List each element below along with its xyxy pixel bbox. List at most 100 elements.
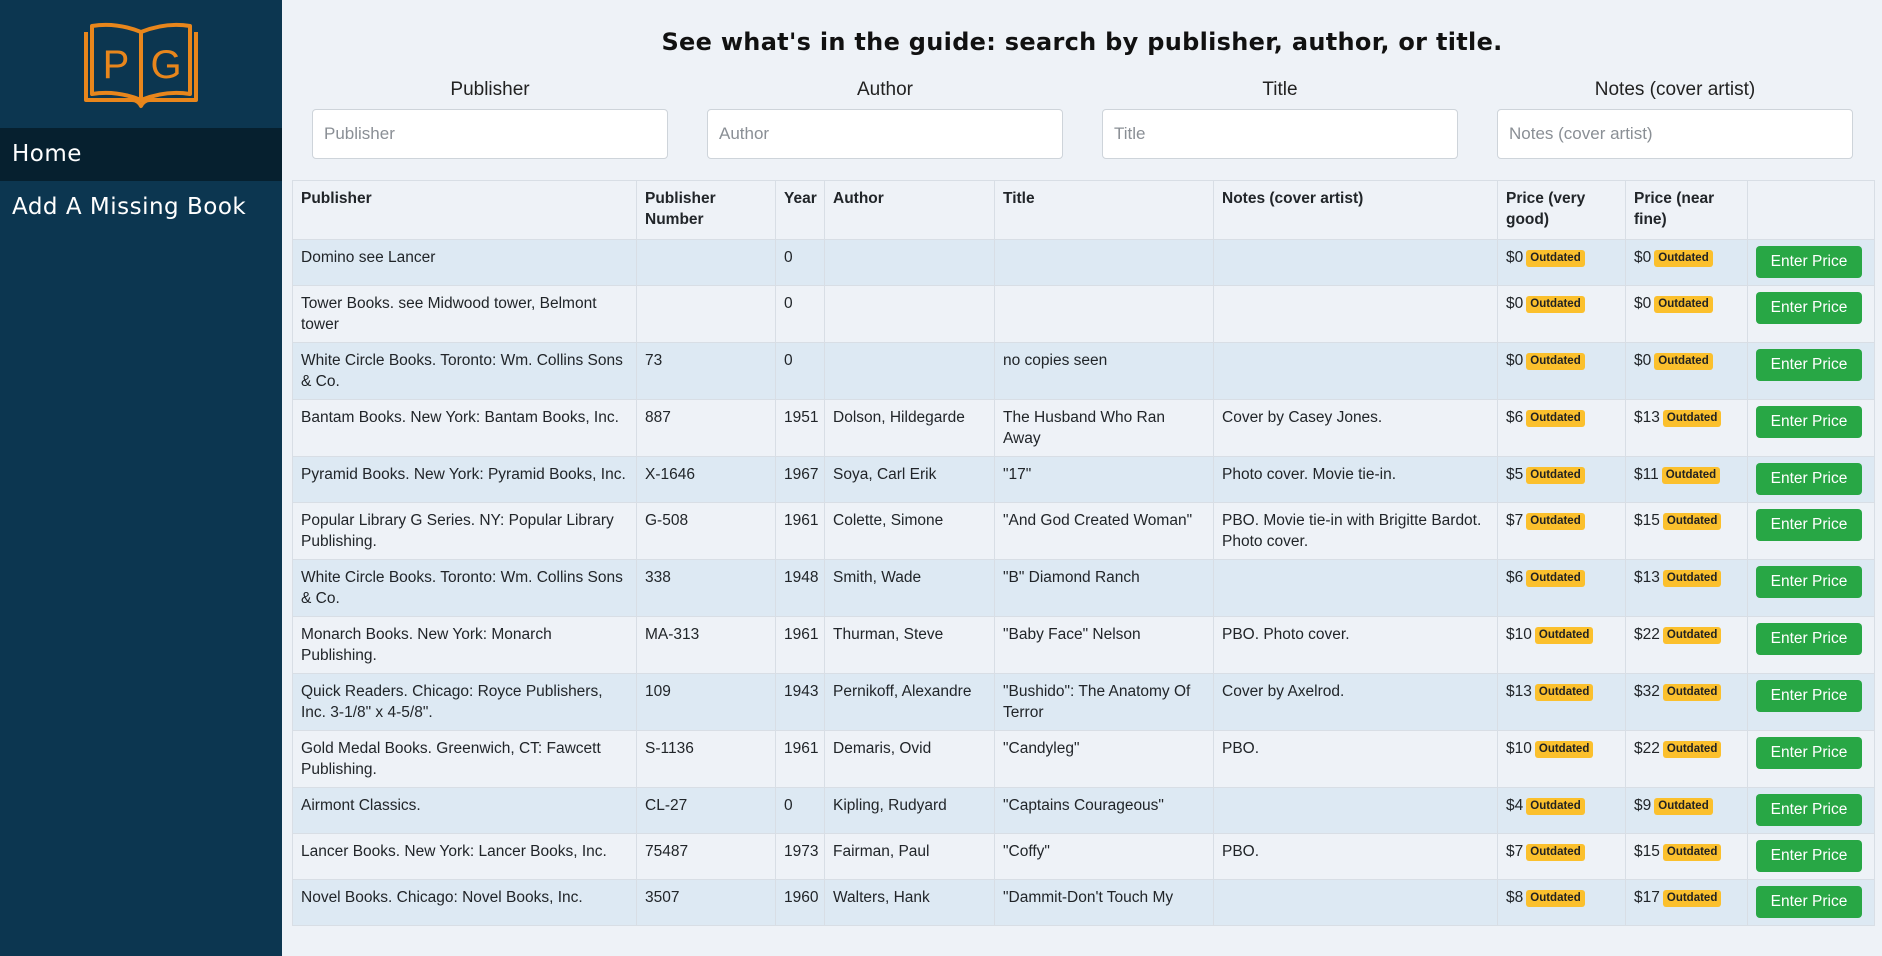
- outdated-badge: Outdated: [1526, 410, 1585, 427]
- price-value: $32: [1634, 683, 1660, 700]
- outdated-badge: Outdated: [1534, 627, 1594, 644]
- column-header-year[interactable]: Year: [775, 180, 825, 240]
- logo-text-g: G: [150, 43, 181, 87]
- publisher-search-input[interactable]: [312, 109, 668, 159]
- column-header-price-near-fine[interactable]: Price (near fine): [1625, 180, 1748, 240]
- price-value: $22: [1634, 626, 1660, 643]
- year-cell: 1961: [775, 502, 825, 560]
- price-near-fine-cell: $13 Outdated: [1625, 399, 1748, 457]
- price-very-good-cell: $6 Outdated: [1497, 399, 1626, 457]
- publisher-number-cell: 75487: [636, 833, 776, 880]
- nav-add-missing-book[interactable]: Add A Missing Book: [0, 181, 282, 234]
- title-cell: "B" Diamond Ranch: [994, 559, 1214, 617]
- enter-price-button[interactable]: Enter Price: [1756, 349, 1862, 381]
- enter-price-button[interactable]: Enter Price: [1756, 246, 1862, 278]
- title-filter: Title: [1102, 78, 1458, 159]
- year-cell: 1948: [775, 559, 825, 617]
- enter-price-button[interactable]: Enter Price: [1756, 886, 1862, 918]
- notes-cell: [1213, 787, 1498, 834]
- table-row: Monarch Books. New York: Monarch Publish…: [292, 616, 1875, 674]
- price-near-fine-cell: $17 Outdated: [1625, 879, 1748, 926]
- enter-price-button[interactable]: Enter Price: [1756, 509, 1862, 541]
- outdated-badge: Outdated: [1526, 890, 1585, 907]
- action-cell: Enter Price: [1747, 787, 1875, 834]
- main-content: See what's in the guide: search by publi…: [282, 0, 1882, 956]
- price-value: $6: [1506, 569, 1524, 586]
- price-very-good-cell: $8 Outdated: [1497, 879, 1626, 926]
- notes-search-input[interactable]: [1497, 109, 1853, 159]
- notes-cell: [1213, 285, 1498, 343]
- column-header-actions: [1747, 180, 1875, 240]
- outdated-badge: Outdated: [1526, 467, 1585, 484]
- table-row: Airmont Classics. CL-27 0 Kipling, Rudyard "…: [292, 787, 1875, 834]
- enter-price-button[interactable]: Enter Price: [1756, 566, 1862, 598]
- publisher-number-cell: CL-27: [636, 787, 776, 834]
- year-cell: 1951: [775, 399, 825, 457]
- column-header-title[interactable]: Title: [994, 180, 1214, 240]
- publisher-number-cell: 73: [636, 342, 776, 400]
- enter-price-button[interactable]: Enter Price: [1756, 840, 1862, 872]
- notes-cell: PBO.: [1213, 833, 1498, 880]
- price-very-good-cell: $0 Outdated: [1497, 285, 1626, 343]
- price-value: $13: [1634, 409, 1660, 426]
- enter-price-button[interactable]: Enter Price: [1756, 680, 1862, 712]
- notes-cell: PBO.: [1213, 730, 1498, 788]
- column-header-publisher-number[interactable]: Publisher Number: [636, 180, 776, 240]
- price-near-fine-cell: $15 Outdated: [1625, 833, 1748, 880]
- outdated-badge: Outdated: [1662, 410, 1722, 427]
- author-search-input[interactable]: [707, 109, 1063, 159]
- action-cell: Enter Price: [1747, 730, 1875, 788]
- publisher-cell: Bantam Books. New York: Bantam Books, In…: [292, 399, 637, 457]
- books-table: Publisher Publisher Number Year Author T…: [292, 180, 1875, 926]
- title-cell: "Bushido": The Anatomy Of Terror: [994, 673, 1214, 731]
- price-value: $13: [1506, 683, 1532, 700]
- enter-price-button[interactable]: Enter Price: [1756, 737, 1862, 769]
- enter-price-button[interactable]: Enter Price: [1756, 406, 1862, 438]
- column-header-price-very-good[interactable]: Price (very good): [1497, 180, 1626, 240]
- price-value: $17: [1634, 889, 1660, 906]
- notes-cell: Cover by Casey Jones.: [1213, 399, 1498, 457]
- enter-price-button[interactable]: Enter Price: [1756, 463, 1862, 495]
- table-row: Quick Readers. Chicago: Royce Publishers…: [292, 673, 1875, 731]
- title-search-input[interactable]: [1102, 109, 1458, 159]
- column-header-notes[interactable]: Notes (cover artist): [1213, 180, 1498, 240]
- year-cell: 0: [775, 285, 825, 343]
- outdated-badge: Outdated: [1654, 798, 1713, 815]
- author-cell: Smith, Wade: [824, 559, 995, 617]
- price-very-good-cell: $6 Outdated: [1497, 559, 1626, 617]
- author-cell: Dolson, Hildegarde: [824, 399, 995, 457]
- publisher-number-cell: 109: [636, 673, 776, 731]
- year-cell: 1973: [775, 833, 825, 880]
- outdated-badge: Outdated: [1526, 353, 1585, 370]
- column-header-publisher[interactable]: Publisher: [292, 180, 637, 240]
- notes-cell: [1213, 239, 1498, 286]
- price-value: $0: [1634, 249, 1652, 266]
- column-header-author[interactable]: Author: [824, 180, 995, 240]
- author-filter: Author: [707, 78, 1063, 159]
- notes-filter-label: Notes (cover artist): [1594, 79, 1756, 100]
- title-cell: "Dammit-Don't Touch My: [994, 879, 1214, 926]
- price-value: $11: [1634, 466, 1659, 483]
- publisher-number-cell: 3507: [636, 879, 776, 926]
- price-value: $13: [1634, 569, 1660, 586]
- price-value: $0: [1634, 352, 1652, 369]
- publisher-number-cell: MA-313: [636, 616, 776, 674]
- enter-price-button[interactable]: Enter Price: [1756, 623, 1862, 655]
- title-cell: The Husband Who Ran Away: [994, 399, 1214, 457]
- price-value: $6: [1506, 409, 1524, 426]
- logo-book-icon[interactable]: P G: [82, 22, 200, 110]
- nav-home[interactable]: Home: [0, 128, 282, 181]
- price-near-fine-cell: $9 Outdated: [1625, 787, 1748, 834]
- price-very-good-cell: $7 Outdated: [1497, 833, 1626, 880]
- table-row: Domino see Lancer 0 $0 Outdated $0 Outdated En…: [292, 239, 1875, 286]
- year-cell: 0: [775, 787, 825, 834]
- price-value: $10: [1506, 626, 1532, 643]
- enter-price-button[interactable]: Enter Price: [1756, 794, 1862, 826]
- enter-price-button[interactable]: Enter Price: [1756, 292, 1862, 324]
- publisher-cell: Lancer Books. New York: Lancer Books, In…: [292, 833, 637, 880]
- publisher-number-cell: 338: [636, 559, 776, 617]
- publisher-cell: Pyramid Books. New York: Pyramid Books, …: [292, 456, 637, 503]
- table-row: Bantam Books. New York: Bantam Books, In…: [292, 399, 1875, 457]
- price-value: $7: [1506, 512, 1524, 529]
- action-cell: Enter Price: [1747, 239, 1875, 286]
